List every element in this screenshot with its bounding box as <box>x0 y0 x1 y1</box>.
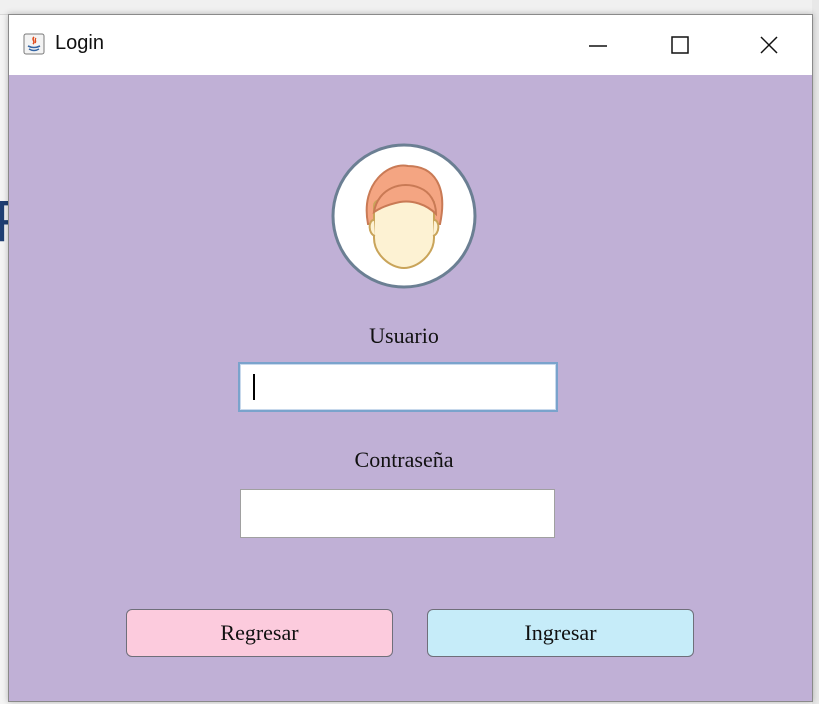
close-icon <box>760 36 778 54</box>
java-icon <box>23 33 45 55</box>
login-panel: Usuario Contraseña Regresar Ingresar <box>9 75 812 701</box>
back-button[interactable]: Regresar <box>126 609 393 657</box>
minimize-button[interactable] <box>576 23 620 67</box>
title-bar[interactable]: Login <box>9 15 812 75</box>
maximize-icon <box>671 36 689 54</box>
minimize-icon <box>589 45 607 47</box>
username-label: Usuario <box>369 323 439 348</box>
maximize-button[interactable] <box>658 23 702 67</box>
user-face-icon <box>331 143 477 289</box>
password-field[interactable] <box>240 489 555 538</box>
login-window: Login Usuario Contraseña Regresar Ingres… <box>8 14 813 702</box>
text-caret <box>253 374 255 400</box>
username-field[interactable] <box>238 362 558 412</box>
user-avatar <box>330 142 478 290</box>
window-title: Login <box>55 32 104 54</box>
background-window-edge <box>812 0 819 704</box>
password-label: Contraseña <box>354 447 454 472</box>
login-button[interactable]: Ingresar <box>427 609 694 657</box>
close-button[interactable] <box>747 23 791 67</box>
background-window-strip <box>0 0 819 15</box>
